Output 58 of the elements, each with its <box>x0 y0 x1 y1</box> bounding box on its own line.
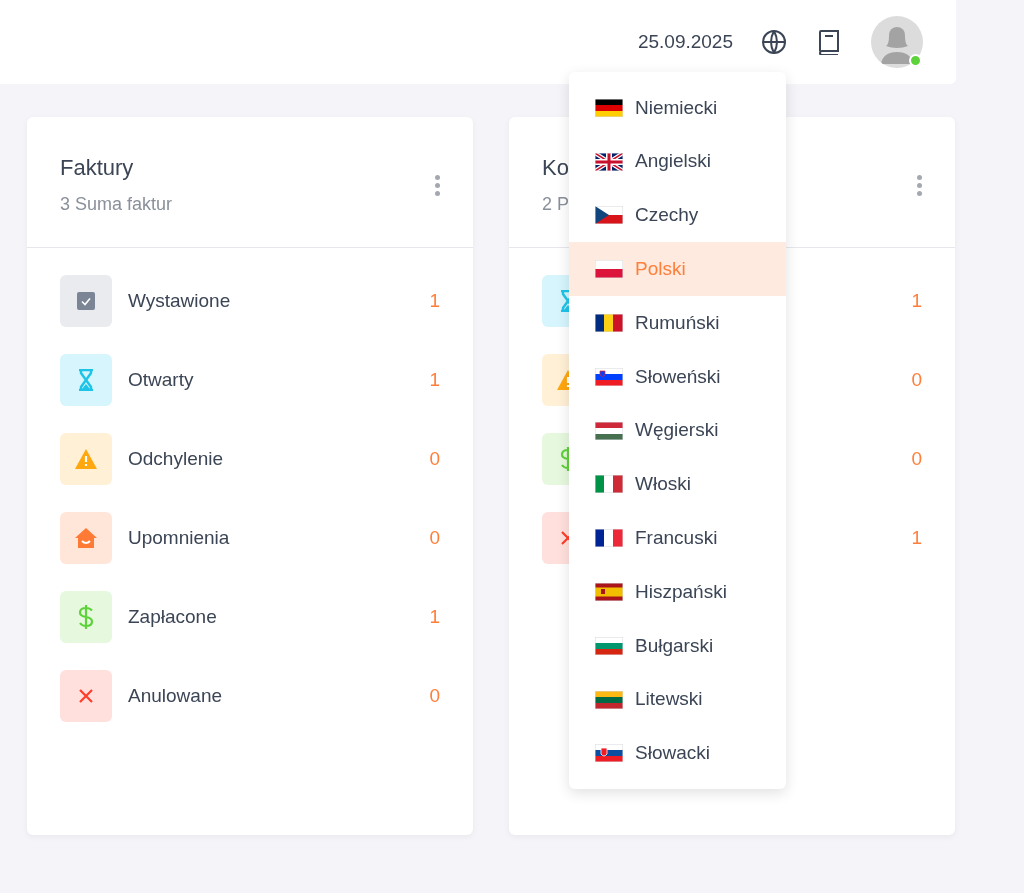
checkbox-icon <box>77 292 95 310</box>
status-label: Otwarty <box>128 367 194 392</box>
language-menu-item[interactable]: Angielski <box>569 134 786 189</box>
hourglass-icon <box>560 290 569 312</box>
flag-icon <box>595 314 623 333</box>
status-count: 0 <box>429 683 440 708</box>
language-menu-item[interactable]: Litewski <box>569 672 786 727</box>
status-count: 1 <box>429 367 440 392</box>
book-icon[interactable] <box>817 29 841 55</box>
date-text: 25.09.2025 <box>637 29 733 54</box>
language-menu-item[interactable]: Rumuński <box>569 296 786 350</box>
house-icon <box>74 527 98 549</box>
language-menu-item[interactable]: Niemiecki <box>569 81 786 135</box>
flag-icon <box>595 583 623 602</box>
status-count: 1 <box>429 288 440 313</box>
language-menu-item[interactable]: Słowacki <box>569 726 786 781</box>
flag-icon <box>595 475 623 494</box>
card-title: Faktury <box>60 155 135 181</box>
close-icon <box>79 689 93 703</box>
card-title: Ko <box>542 155 570 181</box>
status-count: 0 <box>429 446 440 471</box>
status-label: Upomnienia <box>128 525 230 550</box>
user-avatar[interactable] <box>871 16 923 68</box>
flag-icon <box>595 421 623 440</box>
warning-icon <box>74 448 98 470</box>
flag-icon <box>595 206 623 225</box>
language-menu-item[interactable]: Hiszpański <box>569 565 786 619</box>
language-menu-item[interactable]: Węgierski <box>569 403 786 458</box>
language-menu-item[interactable]: Włoski <box>569 457 786 512</box>
status-count: 0 <box>429 525 440 550</box>
status-count: 1 <box>429 604 440 629</box>
card-subtitle: 2 P <box>542 193 570 215</box>
globe-icon[interactable] <box>761 29 787 55</box>
flag-icon <box>595 529 623 548</box>
status-label: Wystawione <box>128 288 231 313</box>
status-count: 1 <box>911 288 922 313</box>
close-icon <box>561 531 569 545</box>
dollar-icon <box>78 604 94 630</box>
flag-icon <box>595 98 623 117</box>
card-subtitle: 3 Suma faktur <box>60 193 173 215</box>
status-count: 0 <box>911 367 922 392</box>
status-count: 1 <box>911 525 922 550</box>
status-label: Zapłacone <box>128 604 217 629</box>
status-label: Anulowane <box>128 683 223 708</box>
flag-icon <box>595 367 623 386</box>
language-menu-item[interactable]: Bułgarski <box>569 618 786 673</box>
dollar-icon <box>560 446 569 472</box>
language-menu-item[interactable]: Słoweński <box>569 350 786 404</box>
status-label: Odchylenie <box>128 446 224 471</box>
language-menu-item[interactable]: Czechy <box>569 188 786 243</box>
flag-icon <box>595 260 623 279</box>
language-menu-item[interactable]: Francuski <box>569 511 786 566</box>
flag-icon <box>595 636 623 655</box>
flag-icon <box>595 152 623 171</box>
hourglass-icon <box>78 369 94 391</box>
flag-icon <box>595 744 623 763</box>
flag-icon <box>595 690 623 709</box>
status-count: 0 <box>911 446 922 471</box>
